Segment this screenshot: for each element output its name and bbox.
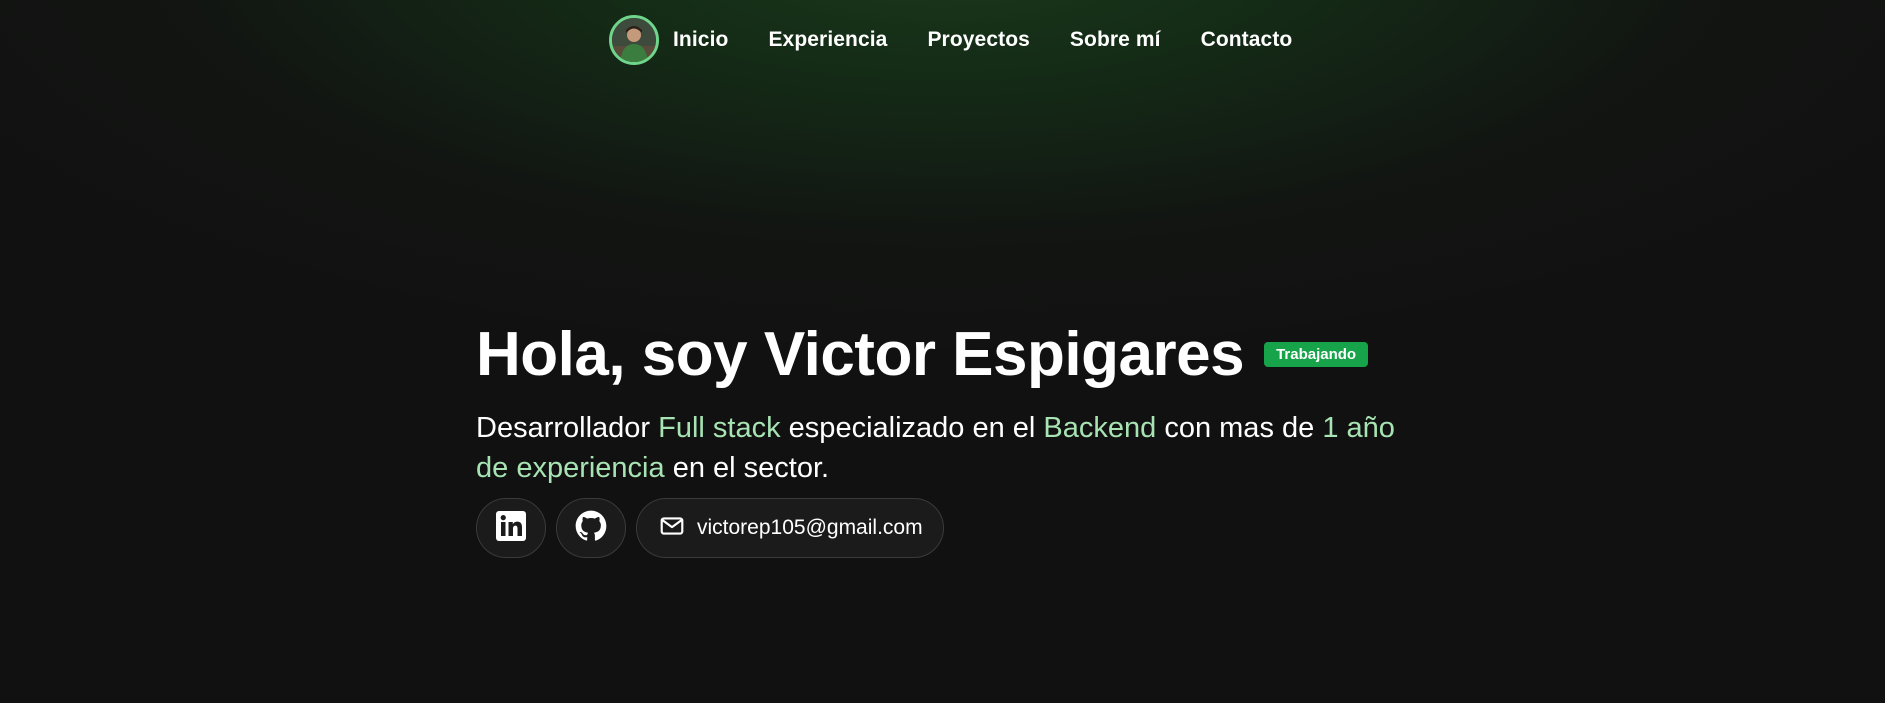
top-navigation: Inicio Experiencia Proyectos Sobre mí Co… [609,12,1292,68]
subtitle-highlight-backend: Backend [1043,412,1157,444]
nav-link-contacto[interactable]: Contacto [1201,28,1293,52]
social-links: victorep105@gmail.com [476,498,1436,558]
subtitle-text: con mas de [1156,412,1323,444]
nav-link-proyectos[interactable]: Proyectos [927,28,1029,52]
linkedin-icon [495,510,527,547]
avatar[interactable] [609,15,659,65]
status-badge: Trabajando [1264,341,1369,367]
page-title: Hola, soy Victor Espigares [476,319,1245,389]
mail-icon [659,513,685,544]
hero-section: Hola, soy Victor Espigares Trabajando De… [476,314,1436,558]
hero-subtitle: Desarrollador Full stack especializado e… [476,408,1416,488]
title-row: Hola, soy Victor Espigares Trabajando [476,314,1436,394]
subtitle-text: especializado en el [780,412,1044,444]
email-address: victorep105@gmail.com [697,516,923,539]
linkedin-button[interactable] [476,498,546,558]
github-icon [575,510,607,547]
nav-link-inicio[interactable]: Inicio [673,28,728,52]
github-button[interactable] [556,498,626,558]
nav-link-sobre-mi[interactable]: Sobre mí [1070,28,1161,52]
subtitle-text: en el sector. [664,452,830,484]
email-button[interactable]: victorep105@gmail.com [636,498,944,558]
nav-link-experiencia[interactable]: Experiencia [768,28,887,52]
subtitle-text: Desarrollador [476,412,659,444]
subtitle-highlight-fullstack: Full stack [658,412,781,444]
